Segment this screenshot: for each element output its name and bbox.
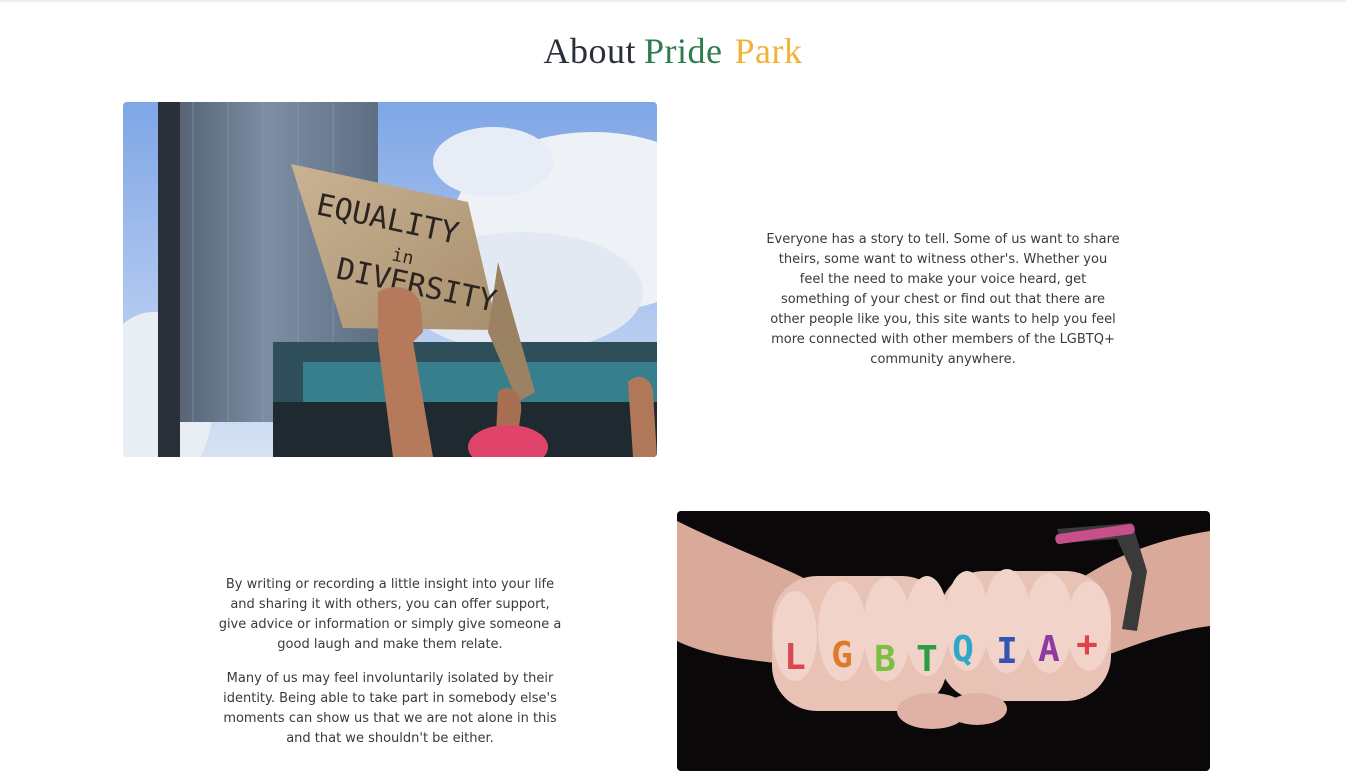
title-about: About <box>543 31 636 71</box>
about-paragraph-2: By writing or recording a little insight… <box>218 577 562 652</box>
title-park: Park <box>734 31 803 71</box>
top-divider <box>0 0 1346 2</box>
about-intro-text: Everyone has a story to tell. Some of us… <box>765 230 1121 384</box>
knuckle-letter: Q <box>952 629 974 670</box>
knuckle-letter: I <box>996 631 1018 672</box>
about-paragraph-3: Many of us may feel involuntarily isolat… <box>223 671 557 746</box>
knuckle-letter: B <box>874 639 896 680</box>
knuckle-letter: L <box>784 637 806 678</box>
knuckle-letter: A <box>1038 629 1060 670</box>
knuckle-letter: T <box>916 639 938 680</box>
lgbtqia-knuckles-photo: L G B T Q I A + <box>677 511 1210 771</box>
knuckle-letter: + <box>1076 624 1098 665</box>
knuckle-letter: G <box>831 635 853 676</box>
about-paragraph-1: Everyone has a story to tell. Some of us… <box>766 232 1120 367</box>
about-sharing-text: By writing or recording a little insight… <box>218 575 562 763</box>
title-pride: Pride <box>644 31 723 71</box>
page-title: About Pride Park <box>0 30 1346 72</box>
protest-sign-photo: EQUALITY in DIVERSITY <box>123 102 657 457</box>
